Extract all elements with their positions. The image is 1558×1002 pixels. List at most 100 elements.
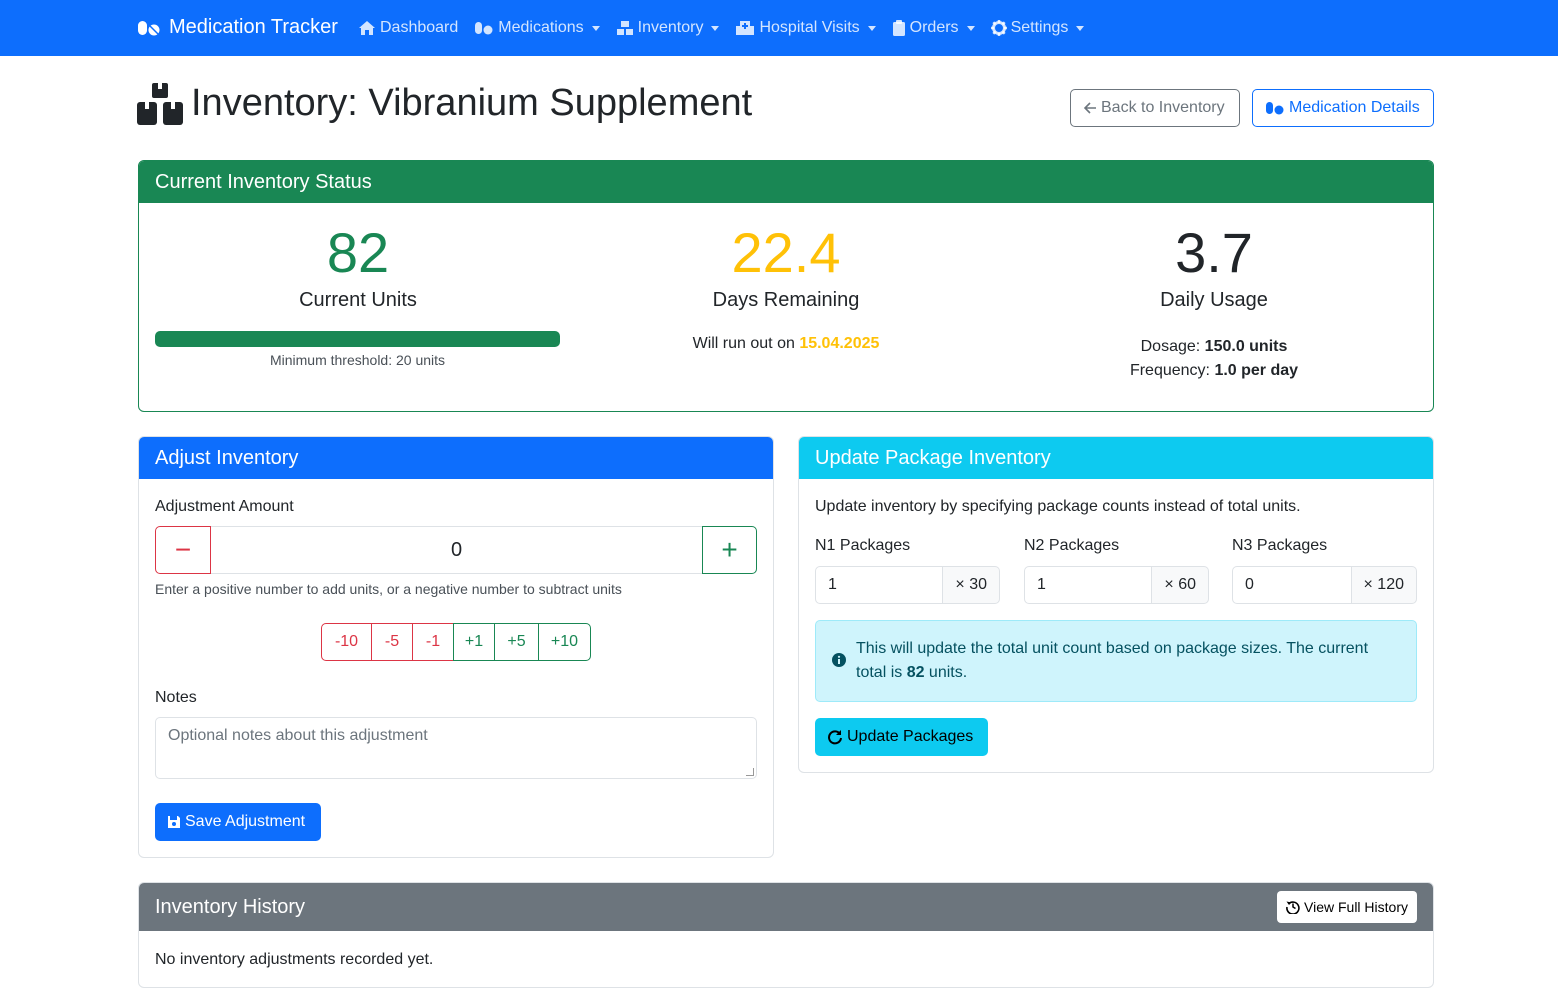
pills-icon	[1265, 100, 1285, 116]
current-units-value: 82	[326, 221, 390, 284]
view-full-history-button[interactable]: View Full History	[1277, 891, 1417, 923]
update-packages-button[interactable]: Update Packages	[815, 718, 988, 756]
current-units-label: Current Units	[299, 289, 417, 311]
daily-usage-value: 3.7	[1175, 221, 1253, 284]
increment-button[interactable]: +	[702, 526, 757, 574]
adjustment-amount-input[interactable]: 0	[211, 526, 702, 574]
history-empty-text: No inventory adjustments recorded yet.	[155, 951, 434, 968]
clipboard-icon	[892, 20, 906, 36]
usage-meta: Dosage: 150.0 units Frequency: 1.0 per d…	[1011, 335, 1417, 383]
save-adjustment-button[interactable]: Save Adjustment	[155, 803, 321, 841]
nav-hospital-visits[interactable]: Hospital Visits	[735, 19, 876, 37]
n3-package-input-group: 0 × 120	[1232, 566, 1417, 604]
n3-package-label: N3 Packages	[1232, 537, 1328, 554]
adjust-inventory-card: Adjust Inventory Adjustment Amount − 0 +…	[138, 436, 774, 858]
info-circle-icon	[832, 653, 846, 667]
n3-package-multiplier: × 120	[1351, 566, 1417, 604]
resize-grip-icon[interactable]	[746, 768, 754, 776]
page-title-text: Inventory: Vibranium Supplement	[191, 82, 753, 124]
top-navbar: Medication Tracker Dashboard Medications…	[0, 0, 1558, 56]
dosage-line: Dosage: 150.0 units	[1011, 335, 1417, 359]
n2-package-group: N2 Packages 1 × 60	[1024, 537, 1209, 604]
update-packages-label: Update Packages	[847, 728, 974, 745]
info-suffix: units.	[924, 664, 968, 681]
n1-package-group: N1 Packages 1 × 30	[815, 537, 1000, 604]
back-to-inventory-button[interactable]: Back to Inventory	[1070, 89, 1240, 127]
medication-details-button[interactable]: Medication Details	[1252, 89, 1434, 127]
n3-package-input[interactable]: 0	[1232, 566, 1352, 604]
nav-label: Hospital Visits	[759, 19, 860, 36]
n2-package-input-group: 1 × 60	[1024, 566, 1209, 604]
nav-settings[interactable]: Settings	[990, 19, 1085, 37]
notes-textarea[interactable]: Optional notes about this adjustment	[155, 717, 757, 779]
hospital-icon	[735, 20, 755, 36]
save-icon	[167, 815, 181, 829]
nav-orders[interactable]: Orders	[892, 19, 975, 37]
decrement-button[interactable]: −	[155, 526, 211, 574]
nav-dashboard[interactable]: Dashboard	[358, 19, 458, 37]
pills-icon	[137, 19, 161, 37]
save-label: Save Adjustment	[185, 813, 306, 830]
status-card-title: Current Inventory Status	[139, 161, 1433, 203]
frequency-value: 1.0 per day	[1214, 362, 1299, 379]
nav-label: Dashboard	[380, 19, 459, 36]
arrow-left-icon	[1083, 101, 1097, 115]
package-intro-text: Update inventory by specifying package c…	[815, 498, 1301, 515]
quick-adjust-group: -10 -5 -1 +1 +5 +10	[321, 623, 591, 661]
nav-label: Settings	[1010, 19, 1069, 36]
view-history-label: View Full History	[1304, 899, 1408, 915]
n1-package-input[interactable]: 1	[815, 566, 944, 604]
brand-link[interactable]: Medication Tracker	[137, 16, 338, 39]
n1-package-multiplier: × 30	[943, 566, 1000, 604]
chevron-down-icon	[867, 25, 876, 31]
nav-label: Orders	[909, 19, 959, 36]
package-inventory-card: Update Package Inventory Update inventor…	[798, 436, 1434, 773]
details-label: Medication Details	[1289, 99, 1420, 116]
n1-package-input-group: 1 × 30	[815, 566, 1000, 604]
dosage-value: 150.0 units	[1204, 338, 1288, 355]
runout-date: 15.04.2025	[799, 335, 880, 352]
nav-inventory[interactable]: Inventory	[616, 19, 720, 37]
units-progress-bar	[155, 331, 560, 347]
nav-medications[interactable]: Medications	[474, 19, 600, 37]
quick-adjust-plus-1[interactable]: +1	[453, 623, 495, 661]
adjust-card-title: Adjust Inventory	[139, 437, 773, 479]
pills-icon	[474, 20, 494, 36]
info-total: 82	[906, 664, 925, 681]
back-label: Back to Inventory	[1101, 99, 1225, 116]
frequency-line: Frequency: 1.0 per day	[1011, 359, 1417, 383]
history-card-title: Inventory History	[155, 895, 306, 918]
quick-adjust-minus-1[interactable]: -1	[412, 623, 454, 661]
n2-package-multiplier: × 60	[1152, 566, 1209, 604]
page-title: Inventory: Vibranium Supplement	[137, 82, 752, 125]
n2-package-input[interactable]: 1	[1024, 566, 1153, 604]
adjustment-help-text: Enter a positive number to add units, or…	[155, 581, 622, 597]
notes-label: Notes	[155, 689, 197, 706]
nav-menu: Dashboard Medications Inventory Hospital…	[358, 0, 1100, 56]
package-info-alert: This will update the total unit count ba…	[815, 620, 1417, 702]
notes-placeholder: Optional notes about this adjustment	[168, 727, 428, 744]
quick-adjust-plus-5[interactable]: +5	[494, 623, 539, 661]
quick-adjust-minus-10[interactable]: -10	[321, 623, 372, 661]
n3-package-group: N3 Packages 0 × 120	[1232, 537, 1417, 604]
runout-text: Will run out on 15.04.2025	[583, 335, 989, 353]
chevron-down-icon	[1076, 25, 1085, 31]
package-card-title: Update Package Inventory	[799, 437, 1433, 479]
inventory-history-card: Inventory History View Full History No i…	[138, 882, 1434, 988]
n1-package-label: N1 Packages	[815, 537, 911, 554]
home-icon	[358, 20, 376, 36]
daily-usage-label: Daily Usage	[1160, 289, 1268, 311]
adjustment-stepper: − 0 +	[155, 526, 757, 574]
boxes-icon	[616, 20, 634, 36]
quick-adjust-plus-10[interactable]: +10	[538, 623, 591, 661]
quick-adjust-minus-5[interactable]: -5	[371, 623, 413, 661]
dosage-label: Dosage:	[1140, 338, 1205, 355]
refresh-icon	[827, 729, 843, 745]
history-icon	[1286, 900, 1300, 914]
runout-prefix: Will run out on	[692, 335, 800, 352]
nav-label: Medications	[498, 19, 584, 36]
inventory-status-card: Current Inventory Status 82 Current Unit…	[138, 160, 1434, 412]
chevron-down-icon	[711, 25, 720, 31]
chevron-down-icon	[966, 25, 975, 31]
adjustment-amount-label: Adjustment Amount	[155, 498, 294, 515]
